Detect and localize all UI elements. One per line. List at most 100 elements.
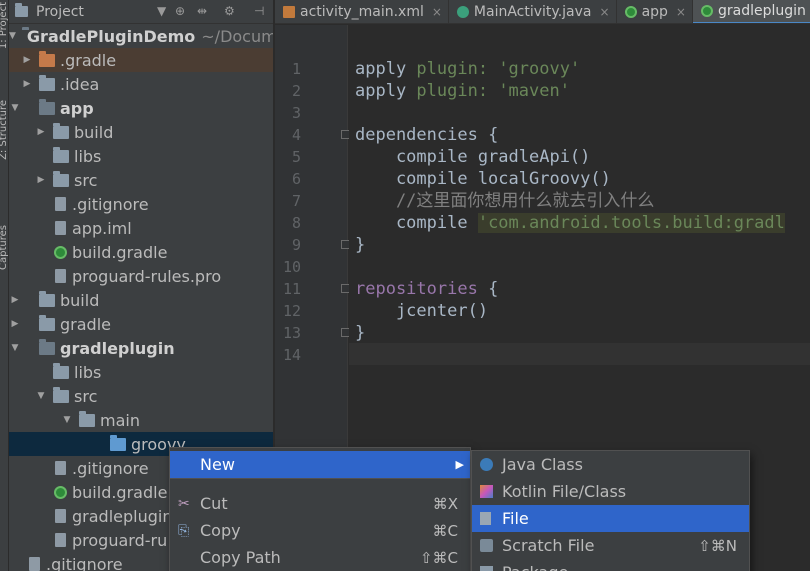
captures-tool-button[interactable]: Captures (0, 225, 8, 270)
code-line: repositories { (355, 278, 498, 300)
code-token: repositories (355, 279, 489, 299)
project-tool-button[interactable]: 1: Project (0, 2, 8, 49)
menu-item-cut[interactable]: ✂ Cut ⌘X (170, 490, 470, 517)
tree-item-plugin-libs[interactable]: ▶ libs (9, 360, 273, 384)
tree-item-label: libs (74, 362, 102, 382)
code-token: compile (355, 213, 478, 233)
file-icon (55, 221, 66, 235)
tree-item-app-build-gradle[interactable]: build.gradle (9, 240, 273, 264)
tab-app[interactable]: app × (617, 0, 693, 23)
menu-separator (170, 478, 470, 479)
submenu-item-scratch-file[interactable]: Scratch File ⇧⌘N (472, 532, 749, 559)
module-folder-icon (39, 338, 55, 355)
tree-item-gradle[interactable]: ▶ gradle (9, 312, 273, 336)
submenu-item-kotlin[interactable]: Kotlin File/Class (472, 478, 749, 505)
line-number: 8 (291, 214, 301, 232)
tree-item-label: .gradle (60, 50, 117, 70)
line-number: 4 (291, 126, 301, 144)
tree-item-app-src[interactable]: ▶ src (9, 168, 273, 192)
chevron-down-icon[interactable]: ▼ (61, 415, 73, 425)
tree-item-build[interactable]: ▶ build (9, 288, 273, 312)
submenu-item-file[interactable]: File (472, 505, 749, 532)
close-icon[interactable]: × (600, 5, 610, 19)
tab-activity-main-xml[interactable]: activity_main.xml × (275, 0, 449, 23)
tab-label: MainActivity.java (473, 4, 592, 20)
folder-icon (53, 362, 69, 379)
tab-label: app (641, 4, 668, 20)
submenu-item-java-class[interactable]: Java Class (472, 451, 749, 478)
tree-item-gradle-dir[interactable]: ▶ .gradle (9, 48, 273, 72)
tree-item-label: build.gradle (72, 482, 168, 502)
xml-file-icon (283, 6, 295, 18)
menu-item-new[interactable]: New ▶ (170, 451, 470, 478)
chevron-down-icon[interactable]: ▼ (9, 343, 21, 353)
submenu-item-label: Scratch File (502, 536, 595, 555)
tree-item-label: proguard-ru (72, 530, 168, 550)
chevron-right-icon[interactable]: ▶ (35, 175, 47, 185)
target-icon[interactable]: ⊕ (175, 4, 185, 18)
code-token: { (488, 125, 499, 145)
folder-icon (53, 170, 69, 187)
code-token: } (355, 323, 366, 343)
file-icon (55, 533, 66, 547)
code-line: compile gradleApi() (355, 146, 590, 168)
tree-item-plugin-src[interactable]: ▼ src (9, 384, 273, 408)
project-icon (15, 3, 28, 17)
file-icon (480, 512, 491, 525)
chevron-down-icon[interactable]: ▼ (9, 103, 21, 113)
submenu-item-package[interactable]: Package (472, 559, 749, 571)
line-number: 9 (291, 236, 301, 254)
tree-item-idea[interactable]: ▶ .idea (9, 72, 273, 96)
project-view-selector[interactable]: Project (36, 4, 84, 20)
tree-item-label: build (74, 122, 114, 142)
submenu-item-label: File (502, 509, 529, 528)
line-number: 14 (282, 346, 301, 364)
structure-tool-button[interactable]: Z: Structure (0, 100, 8, 160)
code-token: } (355, 235, 366, 255)
tab-mainactivity-java[interactable]: MainActivity.java × (449, 0, 617, 23)
tree-item-app-build[interactable]: ▶ build (9, 120, 273, 144)
tree-item-app-libs[interactable]: ▶ libs (9, 144, 273, 168)
tree-item-label: .gitignore (72, 458, 149, 478)
tree-item-label: .gitignore (46, 554, 123, 571)
code-token: 'com.android.tools.build:gradl (477, 213, 785, 233)
tree-item-app-gitignore[interactable]: .gitignore (9, 192, 273, 216)
module-folder-icon (39, 98, 55, 115)
collapse-icon[interactable]: ⇹ (197, 4, 207, 18)
tree-item-app-proguard[interactable]: proguard-rules.pro (9, 264, 273, 288)
chevron-down-icon[interactable]: ▼ (9, 31, 16, 41)
tree-item-plugin-main[interactable]: ▼ main (9, 408, 273, 432)
file-icon (55, 461, 66, 475)
tree-item-app-iml[interactable]: app.iml (9, 216, 273, 240)
line-number: 13 (282, 324, 301, 342)
tree-item-app[interactable]: ▼ app (9, 96, 273, 120)
code-line: //这里面你想用什么就去引入什么 (355, 190, 654, 212)
code-token: apply (355, 81, 417, 101)
menu-item-label: New (200, 455, 235, 474)
tree-root[interactable]: ▼ GradlePluginDemo ~/Documen (9, 24, 273, 48)
chevron-right-icon[interactable]: ▶ (21, 79, 33, 89)
code-token: plugin: (416, 81, 499, 101)
tree-root-path: ~/Documen (201, 26, 273, 46)
tab-gradleplugin[interactable]: gradleplugin × (692, 0, 810, 23)
close-icon[interactable]: × (432, 5, 442, 19)
menu-item-copy[interactable]: ⎘ Copy ⌘C (170, 517, 470, 544)
copy-icon: ⎘ (178, 522, 190, 539)
dropdown-icon[interactable]: ▼ (157, 4, 166, 18)
menu-item-copy-path[interactable]: Copy Path ⇧⌘C (170, 544, 470, 571)
file-icon (55, 197, 66, 211)
tree-item-gradleplugin[interactable]: ▼ gradleplugin (9, 336, 273, 360)
gear-icon[interactable]: ⚙ (224, 4, 235, 18)
hide-icon[interactable]: ⊣ (254, 4, 264, 18)
chevron-right-icon[interactable]: ▶ (9, 319, 21, 329)
chevron-right-icon[interactable]: ▶ (21, 55, 33, 65)
chevron-down-icon[interactable]: ▼ (35, 391, 47, 401)
chevron-right-icon[interactable]: ▶ (9, 295, 21, 305)
close-icon[interactable]: × (676, 5, 686, 19)
chevron-right-icon[interactable]: ▶ (35, 127, 47, 137)
file-icon (29, 557, 40, 571)
scratch-file-icon (480, 539, 493, 552)
gradle-icon (54, 245, 67, 259)
folder-icon (110, 434, 126, 451)
tree-item-label: build (60, 290, 100, 310)
